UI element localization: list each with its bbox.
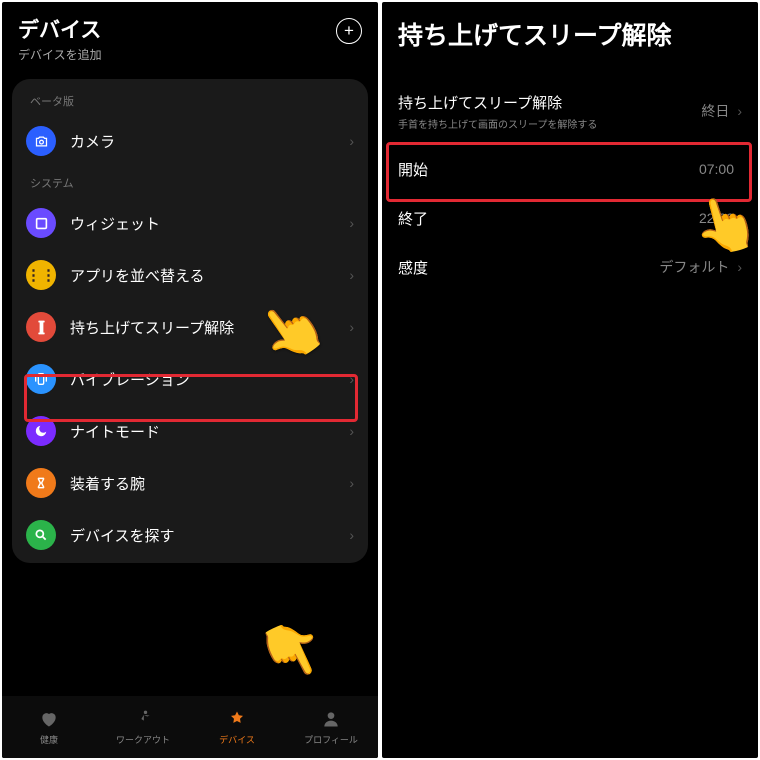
chevron-right-icon: ›	[349, 527, 354, 543]
tab-label: プロフィール	[304, 733, 358, 746]
tab-bar: 健康 ワークアウト デバイス プロフィール	[2, 696, 378, 758]
row-label: 開始	[398, 159, 699, 180]
row-lift-to-wake[interactable]: 持ち上げてスリープ解除 ›	[12, 301, 368, 353]
row-end-time[interactable]: 終了 22:00	[382, 194, 758, 243]
row-value: 07:00	[699, 161, 734, 177]
row-sensitivity[interactable]: 感度 デフォルト ›	[382, 243, 758, 292]
row-value: 22:00	[699, 210, 734, 226]
row-label: 持ち上げてスリープ解除	[70, 317, 349, 338]
heart-icon	[38, 708, 60, 730]
find-icon	[26, 520, 56, 550]
settings-card: ベータ版 カメラ › システム ウィジェット › ⋮⋮ アプリを並べ替える ›	[12, 79, 368, 563]
tab-workout[interactable]: ワークアウト	[96, 696, 190, 758]
section-system-label: システム	[12, 167, 368, 197]
row-vibration[interactable]: バイブレーション ›	[12, 353, 368, 405]
row-label: アプリを並べ替える	[70, 265, 349, 286]
header: デバイス デバイスを追加 +	[2, 2, 378, 69]
row-label: 持ち上げてスリープ解除	[398, 92, 701, 113]
tab-label: 健康	[40, 733, 58, 746]
page-title: デバイス	[18, 14, 102, 44]
tab-health[interactable]: 健康	[2, 696, 96, 758]
chevron-right-icon: ›	[349, 319, 354, 335]
row-camera[interactable]: カメラ ›	[12, 115, 368, 167]
pointing-hand-icon: 👆	[248, 608, 336, 694]
section-beta-label: ベータ版	[12, 85, 368, 115]
page-title: 持ち上げてスリープ解除	[382, 2, 758, 78]
row-label: バイブレーション	[70, 369, 349, 390]
row-label: ウィジェット	[70, 213, 349, 234]
plus-icon: +	[344, 21, 354, 41]
tab-label: ワークアウト	[116, 733, 170, 746]
night-icon	[26, 416, 56, 446]
device-list-screen: デバイス デバイスを追加 + ベータ版 カメラ › システム ウィジ	[2, 2, 378, 758]
row-widget[interactable]: ウィジェット ›	[12, 197, 368, 249]
page-subtitle[interactable]: デバイスを追加	[18, 46, 102, 63]
vibration-icon	[26, 364, 56, 394]
add-device-button[interactable]: +	[336, 18, 362, 44]
tab-label: デバイス	[219, 733, 255, 746]
row-wrist[interactable]: 装着する腕 ›	[12, 457, 368, 509]
chevron-right-icon: ›	[737, 103, 742, 119]
chevron-right-icon: ›	[349, 371, 354, 387]
row-description: 手首を持ち上げて画面のスリープを解除する	[398, 116, 701, 131]
device-icon	[226, 708, 248, 730]
row-find-device[interactable]: デバイスを探す ›	[12, 509, 368, 561]
chevron-right-icon: ›	[737, 259, 742, 275]
row-start-time[interactable]: 開始 07:00	[382, 145, 758, 194]
chevron-right-icon: ›	[349, 423, 354, 439]
run-icon	[132, 708, 154, 730]
lift-icon	[26, 312, 56, 342]
row-value: 終日	[701, 101, 729, 121]
row-label: ナイトモード	[70, 421, 349, 442]
camera-icon	[26, 126, 56, 156]
row-rearrange[interactable]: ⋮⋮ アプリを並べ替える ›	[12, 249, 368, 301]
chevron-right-icon: ›	[349, 133, 354, 149]
chevron-right-icon: ›	[349, 475, 354, 491]
row-label: 感度	[398, 257, 659, 278]
row-value: デフォルト	[659, 257, 729, 277]
tab-device[interactable]: デバイス	[190, 696, 284, 758]
row-label: 終了	[398, 208, 699, 229]
row-lift-toggle[interactable]: 持ち上げてスリープ解除 手首を持ち上げて画面のスリープを解除する 終日 ›	[382, 78, 758, 145]
lift-to-wake-screen: 持ち上げてスリープ解除 持ち上げてスリープ解除 手首を持ち上げて画面のスリープを…	[382, 2, 758, 758]
row-label: 装着する腕	[70, 473, 349, 494]
chevron-right-icon: ›	[349, 215, 354, 231]
row-label: デバイスを探す	[70, 525, 349, 546]
rearrange-icon: ⋮⋮	[26, 260, 56, 290]
profile-icon	[320, 708, 342, 730]
row-label: カメラ	[70, 131, 349, 152]
tab-profile[interactable]: プロフィール	[284, 696, 378, 758]
row-night-mode[interactable]: ナイトモード ›	[12, 405, 368, 457]
widget-icon	[26, 208, 56, 238]
wrist-icon	[26, 468, 56, 498]
chevron-right-icon: ›	[349, 267, 354, 283]
